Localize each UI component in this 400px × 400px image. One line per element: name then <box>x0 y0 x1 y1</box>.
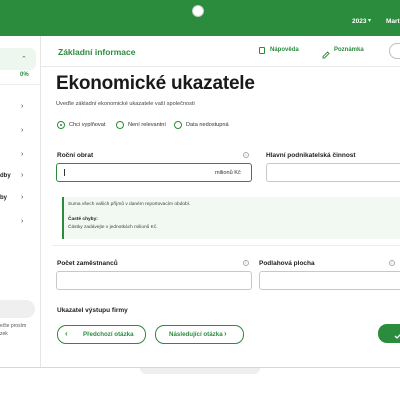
chevron-down-icon[interactable]: › <box>21 127 23 134</box>
chevron-down-icon[interactable]: ▾ <box>368 17 371 24</box>
help-icon[interactable] <box>259 47 265 54</box>
header-toggle[interactable] <box>389 43 400 59</box>
radio-want-to-fill[interactable] <box>57 121 65 129</box>
main-activity-input[interactable] <box>266 163 400 182</box>
section-divider <box>52 245 400 246</box>
info-icon[interactable]: i <box>389 260 395 266</box>
sidebar-item-label[interactable]: by <box>0 195 7 201</box>
text-cursor <box>64 169 65 176</box>
laptop-notch <box>140 368 260 374</box>
radio-not-relevant[interactable] <box>116 121 124 129</box>
chevron-left-icon: ‹ <box>65 329 68 338</box>
next-question-button[interactable]: Následující otázka › <box>155 325 244 344</box>
chevron-down-icon[interactable]: › <box>21 194 23 201</box>
help-button[interactable]: Nápověda <box>270 47 299 53</box>
user-name[interactable]: Mart <box>386 18 400 25</box>
sidebar-divider <box>0 84 40 85</box>
floor-area-label: Podlahová plocha <box>259 260 315 267</box>
radio-label[interactable]: Data nedostupná <box>186 122 229 128</box>
chevron-down-icon[interactable]: › <box>21 218 23 225</box>
employees-input[interactable] <box>56 271 252 290</box>
sidebar-footer-text: zek <box>0 331 8 337</box>
year-selector[interactable]: 2023 <box>352 18 366 25</box>
floor-area-input[interactable] <box>259 271 400 290</box>
edit-icon[interactable] <box>322 46 330 59</box>
next-question-label: Následující otázka <box>169 331 223 338</box>
chevron-up-icon[interactable]: ⌃ <box>21 55 27 63</box>
page-subtitle: Uveďte základní ekonomické ukazatele vaš… <box>56 101 195 107</box>
main-activity-label: Hlavní podnikatelská činnost <box>266 152 356 159</box>
camera-dot <box>192 5 204 17</box>
turnover-label: Roční obrat <box>57 152 94 159</box>
previous-question-label: Předchozí otázka <box>83 331 134 338</box>
chevron-down-icon[interactable]: › <box>21 172 23 179</box>
radio-label[interactable]: Není relevantní <box>128 122 166 128</box>
sidebar-item-label[interactable]: dby <box>0 173 11 179</box>
section-title: Základní informace <box>58 47 136 57</box>
radio-label[interactable]: Chci vyplňovat <box>69 122 105 128</box>
chevron-down-icon[interactable]: › <box>21 103 23 110</box>
sidebar-footer-text: ečte prosím <box>0 323 27 329</box>
output-indicator-label: Ukazatel výstupu firmy <box>57 307 128 314</box>
employees-label: Počet zaměstnanců <box>57 260 118 267</box>
save-button[interactable] <box>378 324 400 343</box>
notes-button[interactable]: Poznámka <box>334 47 364 53</box>
hint-text: Suma všech vašich příjmů v daném reporto… <box>68 202 191 207</box>
info-icon[interactable]: i <box>243 260 249 266</box>
turnover-unit: milionů Kč <box>215 170 241 176</box>
sidebar-progress: 0% <box>20 72 29 78</box>
previous-question-button[interactable]: ‹ Předchozí otázka <box>57 325 146 344</box>
chevron-right-icon: › <box>224 329 227 338</box>
check-icon <box>393 328 400 339</box>
turnover-input[interactable]: milionů Kč <box>56 163 252 182</box>
sidebar-button[interactable] <box>0 300 35 318</box>
info-icon[interactable]: i <box>243 152 249 158</box>
radio-data-unavailable[interactable] <box>174 121 182 129</box>
hint-errors-text: Částky zadávejte v jednotkách milionů Kč… <box>68 225 158 230</box>
hint-errors-title: Časté chyby: <box>68 217 98 222</box>
page-title: Ekonomické ukazatele <box>56 73 255 94</box>
sidebar-item-active[interactable] <box>0 48 36 70</box>
chevron-down-icon[interactable]: › <box>21 151 23 158</box>
radio-dot <box>60 124 62 126</box>
